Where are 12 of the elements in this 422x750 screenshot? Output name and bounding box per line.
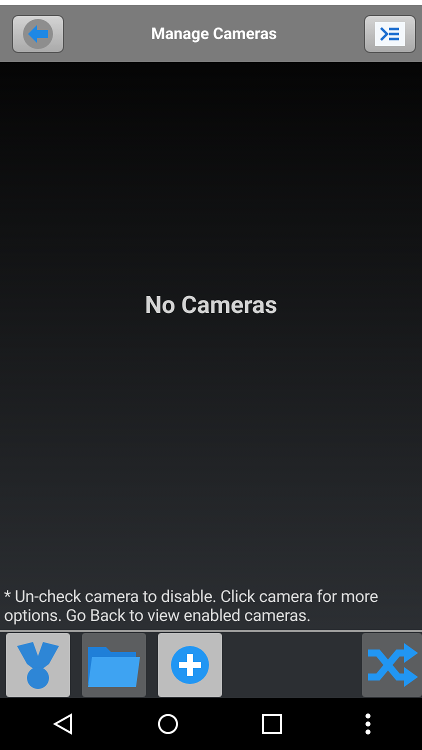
menu-button[interactable] (364, 14, 416, 52)
indent-list-icon (375, 22, 405, 46)
recents-nav-button[interactable] (262, 714, 282, 734)
screen-title: Manage Cameras (151, 24, 277, 43)
empty-message: No Cameras (144, 291, 278, 319)
add-icon (170, 645, 210, 685)
toolbar-button[interactable] (158, 633, 222, 697)
overflow-menu-button[interactable] (364, 713, 370, 735)
back-nav-button[interactable] (52, 713, 74, 735)
home-nav-button[interactable] (156, 713, 178, 735)
back-button[interactable] (12, 14, 64, 52)
shuffle-icon (366, 643, 418, 687)
